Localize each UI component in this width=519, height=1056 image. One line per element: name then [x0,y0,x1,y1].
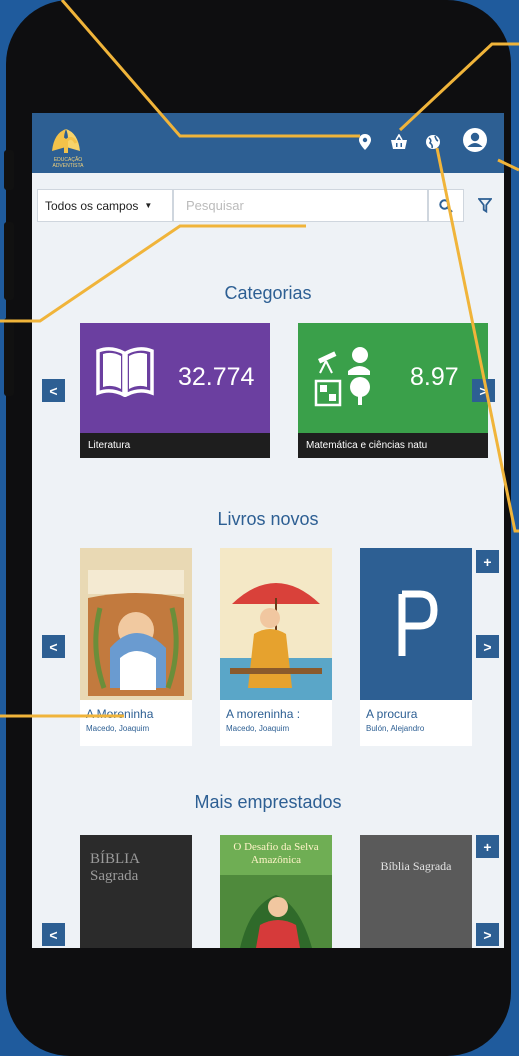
user-account-icon[interactable] [460,125,490,155]
book-title: A Moreninha [86,707,154,721]
app-screen: EDUCAÇÃO ADVENTISTA Todos os campos ▼ Pe… [32,113,504,948]
logo-text: EDUCAÇÃO ADVENTISTA [52,157,84,169]
book-cover: BÍBLIA Sagrada [80,835,192,948]
most-borrowed-add-button[interactable]: + [476,835,499,858]
book-author: Macedo, Joaquim [86,724,150,733]
new-books-next-button[interactable]: > [476,635,499,658]
chevron-down-icon: ▼ [144,201,153,210]
phone-side-button [4,150,14,190]
search-field-select[interactable]: Todos os campos ▼ [37,189,173,222]
category-card-matematica[interactable]: 8.97 Matemática e ciências natu [298,323,488,458]
category-card-top: 32.774 [80,323,270,433]
book-author: Macedo, Joaquim [226,724,290,733]
science-icon [312,341,382,416]
categories-prev-button[interactable]: < [42,379,65,402]
search-input[interactable]: Pesquisar [173,189,428,222]
categories-title: Categorias [224,283,312,303]
category-card-top: 8.97 [298,323,488,433]
phone-volume-down [4,318,14,396]
globe-icon[interactable] [418,127,448,157]
most-borrowed-next-button[interactable]: > [476,923,499,946]
book-cover-text: O Desafio da Selva Amazônica [233,841,319,866]
book-cover-text: Bíblia Sagrada [380,859,452,873]
filter-icon [478,198,492,213]
open-book-icon [94,345,156,402]
search-icon [439,198,453,213]
book-cover [220,548,332,700]
top-bar: EDUCAÇÃO ADVENTISTA [32,113,504,173]
search-field-value: Todos os campos [45,198,139,213]
book-author: Bulón, Alejandro [366,724,425,733]
book-cover: O Desafio da Selva Amazônica [220,835,332,948]
book-info: A moreninha : Macedo, Joaquim [220,700,332,746]
book-info: A Moreninha Macedo, Joaquim [80,700,192,746]
category-count: 32.774 [178,363,255,391]
book-info: A procura Bulón, Alejandro [360,700,472,746]
category-label: Matemática e ciências natu [298,433,488,458]
filter-button[interactable] [470,189,500,222]
book-cover: Bíblia Sagrada [360,835,472,948]
new-books-prev-button[interactable]: < [42,635,65,658]
book-title: A moreninha : [226,707,301,721]
book-cover-text: BÍBLIA Sagrada [90,851,140,884]
search-button[interactable] [428,189,464,222]
search-placeholder: Pesquisar [186,198,244,213]
categories-next-button[interactable]: > [472,379,495,402]
book-title: A procura [366,707,418,721]
promo-background: EDUCAÇÃO ADVENTISTA Todos os campos ▼ Pe… [0,0,519,1056]
book-cover [360,548,472,700]
category-card-literatura[interactable]: 32.774 Literatura [80,323,270,458]
new-books-add-button[interactable]: + [476,550,499,573]
basket-icon[interactable] [384,127,414,157]
location-pin-icon[interactable] [350,127,380,157]
most-borrowed-title: Mais emprestados [194,792,342,812]
category-label: Literatura [80,433,270,458]
new-books-title: Livros novos [217,509,319,529]
phone-volume-up [4,222,14,300]
search-row: Todos os campos ▼ Pesquisar [32,183,504,223]
category-count: 8.97 [410,363,459,391]
book-cover [80,548,192,700]
most-borrowed-prev-button[interactable]: < [42,923,65,946]
